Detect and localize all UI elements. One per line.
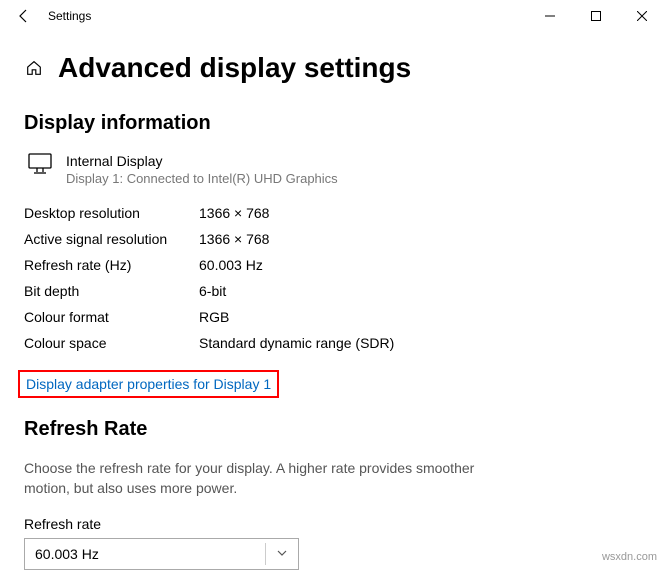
info-label: Refresh rate (Hz) (24, 257, 199, 273)
refresh-rate-label: Refresh rate (24, 516, 641, 532)
back-button[interactable] (8, 0, 40, 32)
info-value: 6-bit (199, 283, 226, 299)
info-value: 1366 × 768 (199, 205, 269, 221)
info-value: Standard dynamic range (SDR) (199, 335, 394, 351)
info-label: Desktop resolution (24, 205, 199, 221)
watermark: wsxdn.com (602, 551, 657, 563)
content-area: Advanced display settings Display inform… (0, 32, 665, 570)
refresh-rate-dropdown[interactable]: 60.003 Hz (24, 538, 299, 570)
display-connection: Display 1: Connected to Intel(R) UHD Gra… (66, 171, 338, 186)
refresh-rate-description: Choose the refresh rate for your display… (24, 459, 504, 498)
window-controls (527, 0, 665, 32)
dropdown-value: 60.003 Hz (35, 546, 99, 562)
page-title: Advanced display settings (58, 52, 411, 84)
info-row: Refresh rate (Hz) 60.003 Hz (24, 252, 641, 278)
info-row: Active signal resolution 1366 × 768 (24, 226, 641, 252)
page-header: Advanced display settings (24, 52, 641, 84)
info-row: Colour format RGB (24, 304, 641, 330)
display-info-grid: Desktop resolution 1366 × 768 Active sig… (24, 200, 641, 356)
info-value: 60.003 Hz (199, 257, 263, 273)
info-label: Colour format (24, 309, 199, 325)
dropdown-separator (265, 543, 266, 565)
display-info-heading: Display information (24, 112, 641, 135)
home-icon[interactable] (24, 58, 44, 78)
chevron-down-icon (276, 546, 288, 562)
monitor-icon (28, 153, 52, 175)
adapter-properties-link[interactable]: Display adapter properties for Display 1 (18, 370, 279, 398)
info-label: Colour space (24, 335, 199, 351)
info-label: Bit depth (24, 283, 199, 299)
refresh-rate-heading: Refresh Rate (24, 418, 641, 441)
info-value: 1366 × 768 (199, 231, 269, 247)
minimize-button[interactable] (527, 0, 573, 32)
info-label: Active signal resolution (24, 231, 199, 247)
maximize-button[interactable] (573, 0, 619, 32)
info-row: Colour space Standard dynamic range (SDR… (24, 330, 641, 356)
close-button[interactable] (619, 0, 665, 32)
display-name: Internal Display (66, 153, 338, 169)
info-row: Desktop resolution 1366 × 768 (24, 200, 641, 226)
window-title: Settings (48, 9, 91, 23)
info-row: Bit depth 6-bit (24, 278, 641, 304)
display-summary: Internal Display Display 1: Connected to… (28, 153, 641, 186)
info-value: RGB (199, 309, 229, 325)
